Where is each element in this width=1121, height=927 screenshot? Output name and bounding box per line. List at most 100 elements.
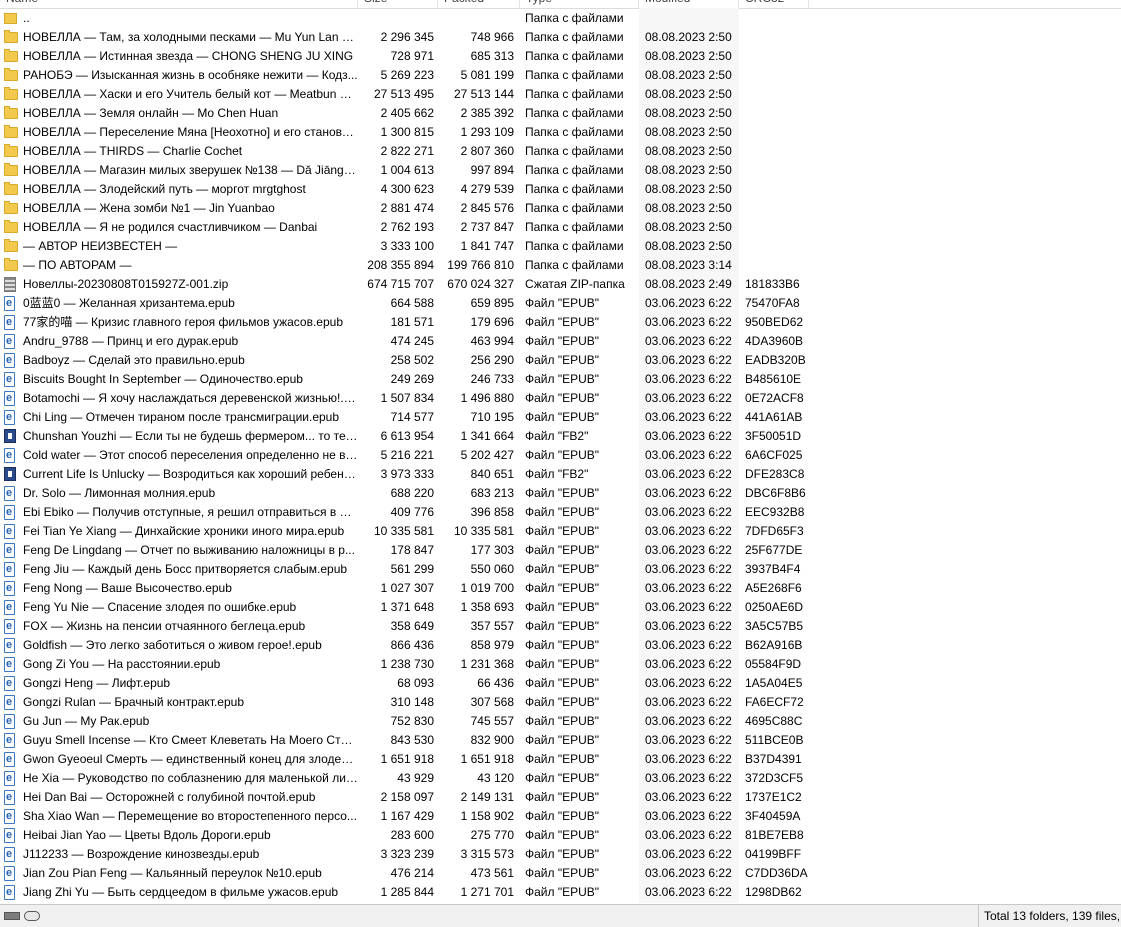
item-type: Файл "EPUB" [525, 809, 600, 823]
list-item[interactable]: — ПО АВТОРАМ — 208 355 894 199 766 810 Папк… [0, 256, 1121, 275]
list-item[interactable]: Andru_9788 — Принц и его дурак.epub 474 2… [0, 332, 1121, 351]
item-size: 476 214 [390, 866, 434, 880]
epub-icon [4, 522, 15, 541]
list-item[interactable]: НОВЕЛЛА — Земля онлайн — Mo Chen Huan 2 4… [0, 104, 1121, 123]
item-packed: 1 019 700 [460, 581, 514, 595]
item-type: Папка с файлами [525, 258, 624, 272]
item-modified: 03.06.2023 6:22 [645, 600, 732, 614]
list-item[interactable]: Goldfish — Это легко заботиться о живом … [0, 636, 1121, 655]
item-size: 208 355 894 [367, 258, 434, 272]
item-crc: 3937B4F4 [745, 562, 801, 576]
item-crc [745, 28, 815, 47]
list-item[interactable]: Badboyz — Сделай это правильно.epub 258 5… [0, 351, 1121, 370]
item-modified: 03.06.2023 6:22 [645, 619, 732, 633]
item-packed: 66 436 [477, 676, 514, 690]
list-item[interactable]: Gongzi Heng — Лифт.epub 68 093 66 436 Файл … [0, 674, 1121, 693]
list-item[interactable]: Biscuits Bought In September — Одиночест… [0, 370, 1121, 389]
item-packed: 5 202 427 [460, 448, 514, 462]
epub-icon [4, 503, 15, 522]
list-item[interactable]: Feng De Lingdang — Отчет по выживанию на… [0, 541, 1121, 560]
item-modified: 03.06.2023 6:22 [645, 562, 732, 576]
list-item[interactable]: Gongzi Rulan — Брачный контракт.epub 310 … [0, 693, 1121, 712]
list-item[interactable]: Feng Yu Nie — Спасение злодея по ошибке.… [0, 598, 1121, 617]
item-crc: 1737E1C2 [745, 790, 802, 804]
list-item[interactable]: Hei Dan Bai — Осторожней с голубиной поч… [0, 788, 1121, 807]
list-item[interactable]: Current Life Is Unlucky — Возродиться ка… [0, 465, 1121, 484]
item-packed: 2 845 576 [460, 201, 514, 215]
item-crc: C7DD36DA [745, 866, 808, 880]
item-crc: 3F50051D [745, 429, 802, 443]
list-item[interactable]: Gong Zi You — На расстоянии.epub 1 238 73… [0, 655, 1121, 674]
list-item[interactable]: Jian Zou Pian Feng — Кальянный переулок … [0, 864, 1121, 883]
list-item[interactable]: Chi Ling — Отмечен тираном после трансми… [0, 408, 1121, 427]
list-item[interactable]: Gu Jun — My Рак.epub 752 830 745 557 Файл "… [0, 712, 1121, 731]
list-item[interactable]: НОВЕЛЛА — Злодейский путь — моргот mrgtg… [0, 180, 1121, 199]
item-modified: 08.08.2023 2:50 [645, 49, 732, 63]
column-header-modified[interactable]: Modified [639, 0, 739, 8]
item-size: 688 220 [390, 486, 434, 500]
column-header-crc[interactable]: CRC32 [739, 0, 809, 8]
list-item[interactable]: He Xia — Руководство по соблазнению для … [0, 769, 1121, 788]
epub-icon [4, 807, 15, 826]
list-item[interactable]: .. Папка с файлами [0, 9, 1121, 28]
list-item[interactable]: Fei Tian Ye Xiang — Динхайские хроники и… [0, 522, 1121, 541]
list-item[interactable]: 77家的喵 — Кризис главного героя фильмов уж… [0, 313, 1121, 332]
item-size: 1 651 918 [380, 752, 434, 766]
list-item[interactable]: НОВЕЛЛА — Там, за холодными песками — Mu… [0, 28, 1121, 47]
row-icon-cell [4, 85, 20, 104]
item-type: Папка с файлами [525, 30, 624, 44]
item-size: 68 093 [397, 676, 434, 690]
column-header-packed[interactable]: Packed [438, 0, 520, 8]
item-type: Папка с файлами [525, 239, 624, 253]
list-item[interactable]: Новеллы-20230808T015927Z-001.zip 674 715 … [0, 275, 1121, 294]
item-packed: 2 149 131 [460, 790, 514, 804]
list-item[interactable]: Cold water — Этот способ переселения опр… [0, 446, 1121, 465]
item-modified: 03.06.2023 6:22 [645, 429, 732, 443]
item-size: 258 502 [390, 353, 434, 367]
list-item[interactable]: НОВЕЛЛА — Я не родился счастливчиком — D… [0, 218, 1121, 237]
item-type: Файл "EPUB" [525, 828, 600, 842]
item-type: Файл "EPUB" [525, 676, 600, 690]
list-item[interactable]: НОВЕЛЛА — Магазин милых зверушек №138 — … [0, 161, 1121, 180]
list-item[interactable]: 0蓝蓝0 — Желанная хризантема.epub 664 588 65… [0, 294, 1121, 313]
list-item[interactable]: — АВТОР НЕИЗВЕСТЕН — 3 333 100 1 841 747 Па… [0, 237, 1121, 256]
epub-icon [4, 712, 15, 731]
list-item[interactable]: НОВЕЛЛА — Истинная звезда — CHONG SHENG … [0, 47, 1121, 66]
list-item[interactable]: J112233 — Возрождение кинозвезды.epub 3 3… [0, 845, 1121, 864]
column-header-type[interactable]: Type [520, 0, 639, 8]
list-item[interactable]: Feng Jiu — Каждый день Босс притворяется… [0, 560, 1121, 579]
column-header-size[interactable]: Size [358, 0, 438, 8]
item-modified: 08.08.2023 2:50 [645, 201, 732, 215]
item-crc: 7DFD65F3 [745, 524, 804, 538]
list-item[interactable]: НОВЕЛЛА — Хаски и его Учитель белый кот … [0, 85, 1121, 104]
item-type: Папка с файлами [525, 125, 624, 139]
list-item[interactable]: НОВЕЛЛА — THIRDS — Charlie Cochet 2 822 2… [0, 142, 1121, 161]
row-icon-cell [4, 237, 20, 256]
column-header-name[interactable]: Name [0, 0, 358, 8]
list-item[interactable]: Gwon Gyeoeul Смерть — единственный конец… [0, 750, 1121, 769]
epub-icon [4, 750, 15, 769]
list-item[interactable]: НОВЕЛЛА — Жена зомби №1 — Jin Yuanbao 2 8… [0, 199, 1121, 218]
row-icon-cell [4, 579, 20, 598]
list-item[interactable]: Dr. Solo — Лимонная молния.epub 688 220 68… [0, 484, 1121, 503]
list-item[interactable]: Botamochi — Я хочу наслаждаться деревенс… [0, 389, 1121, 408]
list-item[interactable]: Guyu Smell Incense — Кто Смеет Клеветать… [0, 731, 1121, 750]
item-modified: 03.06.2023 6:22 [645, 315, 732, 329]
list-item[interactable]: НОВЕЛЛА — Переселение Мяна [Неохотно] и … [0, 123, 1121, 142]
item-type: Файл "EPUB" [525, 505, 600, 519]
list-item[interactable]: Heibai Jian Yao — Цветы Вдоль Дороги.epu… [0, 826, 1121, 845]
item-name: Новеллы-20230808T015927Z-001.zip [23, 277, 229, 291]
list-item[interactable]: Ebi Ebiko — Получив отступные, я решил о… [0, 503, 1121, 522]
item-name: Guyu Smell Incense — Кто Смеет Клеветать… [23, 733, 358, 747]
item-size: 674 715 707 [367, 277, 434, 291]
list-item[interactable]: Sha Xiao Wan — Перемещение во второстепе… [0, 807, 1121, 826]
list-item[interactable]: РАНОБЭ — Изысканная жизнь в особняке неж… [0, 66, 1121, 85]
item-crc [745, 85, 815, 104]
list-item[interactable]: Feng Nong — Ваше Высочество.epub 1 027 30… [0, 579, 1121, 598]
item-crc: 4695C88C [745, 714, 803, 728]
list-item[interactable]: Jiang Zhi Yu — Быть сердцеедом в фильме … [0, 883, 1121, 902]
item-crc: 4DA3960B [745, 334, 804, 348]
list-item[interactable]: Chunshan Youzhi — Если ты не будешь ферм… [0, 427, 1121, 446]
list-item[interactable]: FOX — Жизнь на пенсии отчаянного беглеца… [0, 617, 1121, 636]
item-crc: B37D4391 [745, 752, 802, 766]
